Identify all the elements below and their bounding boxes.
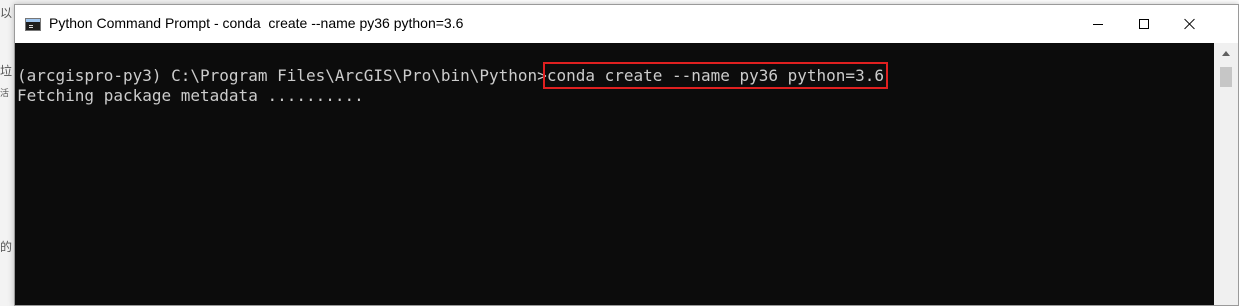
- close-button[interactable]: [1167, 5, 1213, 43]
- console-output-area[interactable]: (arcgispro-py3) C:\Program Files\ArcGIS\…: [15, 43, 1214, 305]
- scroll-up-button[interactable]: [1214, 43, 1238, 63]
- minimize-button[interactable]: [1075, 5, 1121, 43]
- maximize-button[interactable]: [1121, 5, 1167, 43]
- background-text-fragment: 的: [0, 240, 13, 254]
- close-icon: [1184, 18, 1196, 30]
- minimize-icon: [1093, 23, 1103, 25]
- console-line-output: Fetching package metadata ..........: [17, 86, 364, 105]
- maximize-icon: [1139, 19, 1149, 29]
- console-line-prompt: (arcgispro-py3) C:\Program Files\ArcGIS\…: [17, 62, 888, 89]
- background-text-fragment: 活: [0, 89, 10, 99]
- vertical-scrollbar[interactable]: [1214, 43, 1238, 305]
- command-prompt-window[interactable]: Python Command Prompt - conda create --n…: [14, 4, 1239, 306]
- scroll-thumb[interactable]: [1220, 67, 1232, 87]
- console-icon: [25, 18, 41, 31]
- chevron-up-icon: [1222, 50, 1230, 56]
- background-app-strip: [0, 0, 15, 306]
- background-text-fragment: 垃: [0, 64, 13, 78]
- window-title: Python Command Prompt - conda create --n…: [49, 15, 464, 31]
- prompt-path: (arcgispro-py3) C:\Program Files\ArcGIS\…: [17, 66, 547, 85]
- command-highlight: conda create --name py36 python=3.6: [542, 62, 888, 89]
- title-bar[interactable]: Python Command Prompt - conda create --n…: [15, 5, 1238, 43]
- background-text-fragment: 以: [0, 6, 13, 20]
